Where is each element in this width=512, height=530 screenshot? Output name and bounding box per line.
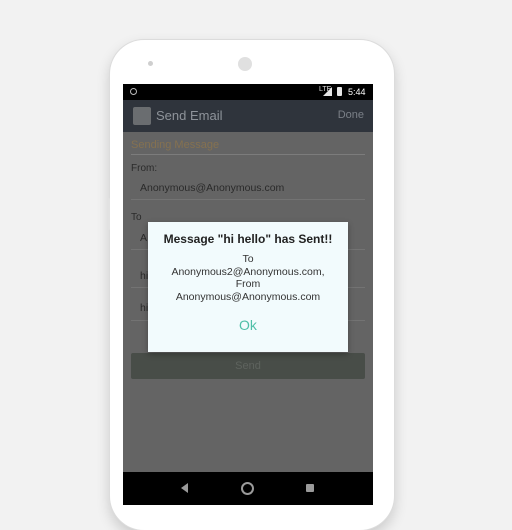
from-label: From: xyxy=(131,163,158,174)
camera-icon xyxy=(238,57,252,71)
volume-button xyxy=(107,198,110,230)
notification-icon xyxy=(130,88,137,95)
section-divider xyxy=(131,154,365,155)
from-field-underline xyxy=(131,199,365,200)
back-icon[interactable] xyxy=(181,483,188,493)
speaker-icon xyxy=(148,61,153,66)
from-field[interactable]: Anonymous@Anonymous.com xyxy=(140,182,284,194)
dialog-to-address: Anonymous2@Anonymous.com, xyxy=(171,265,325,278)
navigation-bar xyxy=(123,472,373,505)
app-toolbar: Send Email Done xyxy=(123,100,373,132)
dialog-to-label: To xyxy=(242,253,254,265)
message-field[interactable]: hi xyxy=(140,302,148,314)
send-button[interactable]: Send xyxy=(131,353,365,379)
done-button[interactable]: Done xyxy=(338,109,364,121)
to-field[interactable]: A xyxy=(140,232,147,244)
sent-dialog: Message "hi hello" has Sent!! To Anonymo… xyxy=(148,222,348,352)
home-icon[interactable] xyxy=(241,482,254,495)
status-time: 5:44 xyxy=(348,87,366,97)
toolbar-title: Send Email xyxy=(156,108,223,123)
app-icon xyxy=(133,107,151,125)
status-bar: LTE 5:44 xyxy=(123,84,373,100)
ok-button[interactable]: Ok xyxy=(233,317,263,333)
subject-field[interactable]: hi xyxy=(140,270,148,282)
battery-icon xyxy=(337,87,342,96)
dialog-from-label: From xyxy=(235,278,261,290)
phone-screen: LTE 5:44 Send Email Done Sending Message… xyxy=(123,84,373,505)
dialog-title: Message "hi hello" has Sent!! xyxy=(163,232,333,246)
section-title: Sending Message xyxy=(131,139,220,151)
dialog-message: To Anonymous2@Anonymous.com, From Anonym… xyxy=(148,253,348,303)
signal-icon xyxy=(323,87,332,96)
to-label: To xyxy=(131,212,142,223)
send-button-label: Send xyxy=(235,360,261,372)
dialog-from-address: Anonymous@Anonymous.com xyxy=(175,290,321,303)
recent-apps-icon[interactable] xyxy=(306,484,314,492)
